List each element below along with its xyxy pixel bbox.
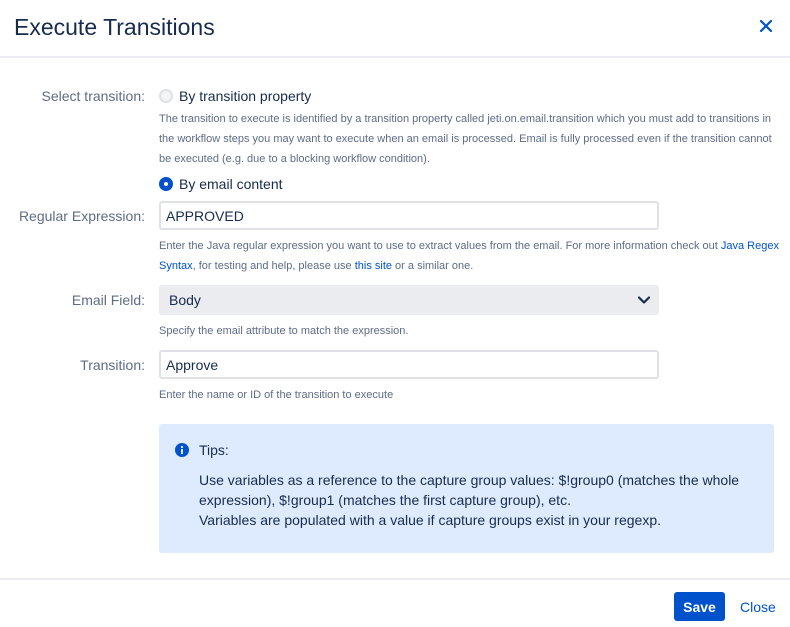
radio-label-property: By transition property [179,88,312,104]
email-field-select[interactable]: Body [159,285,659,315]
regex-label: Regular Expression: [18,208,145,224]
radio-button-unchecked[interactable] [159,89,173,103]
select-transition-label: Select transition: [41,88,146,104]
transition-label: Transition: [80,357,145,373]
radio-button-checked[interactable] [159,177,173,191]
close-button[interactable]: Close [740,599,776,615]
chevron-down-icon [637,296,651,304]
transition-help-text: Enter the name or ID of the transition t… [159,389,394,401]
dialog-header: Execute Transitions [0,0,790,58]
radio-label-content: By email content [179,176,283,192]
regex-help-text: Enter the Java regular expression you wa… [159,240,779,272]
email-field-help-text: Specify the email attribute to match the… [159,325,409,337]
dialog-title: Execute Transitions [14,14,215,40]
this-site-link[interactable]: this site [355,260,392,272]
transition-input[interactable] [159,350,659,379]
close-icon[interactable] [758,18,774,34]
save-button[interactable]: Save [674,592,725,621]
tips-line-1: Use variables as a reference to the capt… [199,472,740,508]
footer-divider [0,578,790,580]
property-help-text: The transition to execute is identified … [159,113,772,165]
regex-input[interactable] [159,201,659,230]
radio-by-email-content[interactable]: By email content [159,176,283,192]
email-field-label: Email Field: [71,292,145,308]
radio-by-transition-property[interactable]: By transition property [159,88,311,104]
tips-title: Tips: [199,442,229,458]
tips-panel: Tips: Use variables as a reference to th… [159,424,774,553]
info-icon [175,443,189,457]
tips-body: Use variables as a reference to the capt… [199,470,759,530]
email-field-value: Body [169,292,201,308]
tips-line-2: Variables are populated with a value if … [199,512,662,528]
